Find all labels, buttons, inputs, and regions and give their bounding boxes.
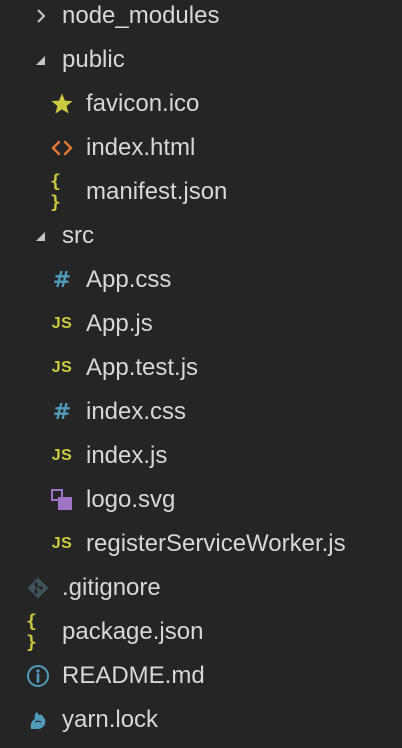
file-index-css[interactable]: # index.css [0,390,402,434]
html-icon [50,136,74,160]
file-label: .gitignore [62,574,161,601]
file-package-json[interactable]: { } package.json [0,610,402,654]
file-label: yarn.lock [62,706,159,733]
folder-public[interactable]: public [0,38,402,82]
file-label: App.js [86,310,153,337]
js-icon: JS [51,359,73,376]
file-index-js[interactable]: JS index.js [0,434,402,478]
js-icon: JS [51,535,73,552]
caret-down-icon[interactable] [32,224,48,248]
file-gitignore[interactable]: .gitignore [0,566,402,610]
css-icon: # [52,399,72,425]
folder-src[interactable]: src [0,214,402,258]
file-explorer-tree: node_modules public favicon.ico index.ht… [0,0,402,748]
file-label: package.json [62,618,204,645]
file-label: logo.svg [86,486,176,513]
folder-node-modules[interactable]: node_modules [0,0,402,38]
file-label: index.css [86,398,187,425]
js-icon: JS [51,315,73,332]
caret-right-icon[interactable] [34,4,48,28]
caret-down-icon[interactable] [32,48,48,72]
file-label: index.js [86,442,168,469]
file-app-js[interactable]: JS App.js [0,302,402,346]
file-readme-md[interactable]: README.md [0,654,402,698]
json-icon: { } [26,611,37,653]
file-label: favicon.ico [86,90,200,117]
folder-label: src [62,222,94,249]
file-label: manifest.json [86,178,228,205]
file-register-service-worker-js[interactable]: JS registerServiceWorker.js [0,522,402,566]
folder-label: public [62,46,125,73]
file-manifest-json[interactable]: { } manifest.json [0,170,402,214]
json-icon: { } [50,171,61,213]
file-label: registerServiceWorker.js [86,530,346,557]
yarn-icon [26,708,50,732]
css-icon: # [52,267,72,293]
file-yarn-lock[interactable]: yarn.lock [0,698,402,742]
star-icon [50,92,74,116]
file-label: App.css [86,266,172,293]
file-label: index.html [86,134,196,161]
file-app-css[interactable]: # App.css [0,258,402,302]
file-favicon-ico[interactable]: favicon.ico [0,82,402,126]
git-icon [26,576,50,600]
file-logo-svg[interactable]: logo.svg [0,478,402,522]
folder-label: node_modules [62,2,220,29]
js-icon: JS [51,447,73,464]
file-label: App.test.js [86,354,199,381]
info-icon [26,664,50,688]
svg-icon [50,488,74,512]
file-label: README.md [62,662,205,689]
file-app-test-js[interactable]: JS App.test.js [0,346,402,390]
file-index-html[interactable]: index.html [0,126,402,170]
